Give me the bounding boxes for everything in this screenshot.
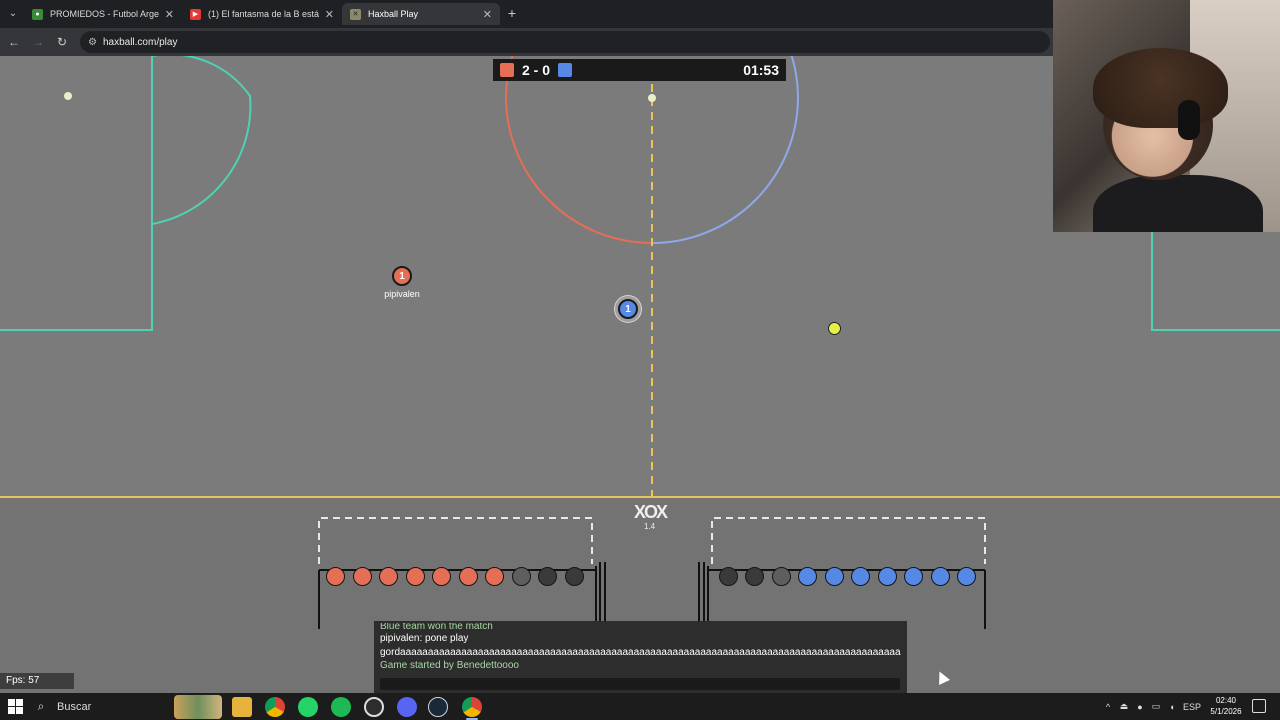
empty-slot bbox=[745, 567, 764, 586]
ball bbox=[828, 322, 841, 335]
empty-slot bbox=[565, 567, 584, 586]
blue-slot bbox=[878, 567, 897, 586]
chrome-active-icon[interactable] bbox=[462, 697, 482, 720]
match-timer: 01:53 bbox=[743, 62, 779, 78]
search-highlight-image bbox=[174, 695, 222, 719]
taskbar: ⌕ Buscar ^ ⏏ ● ▭ ◖ ESP 02:40 5/1/2026 bbox=[0, 693, 1280, 720]
chat-message: Game started by Benedettoooo bbox=[380, 660, 519, 671]
notification-icon[interactable] bbox=[1252, 699, 1266, 713]
url-text: haxball.com/play bbox=[102, 36, 178, 48]
close-icon[interactable]: ✕ bbox=[325, 8, 334, 21]
blue-slot bbox=[931, 567, 950, 586]
site-info-icon[interactable]: ⚙ bbox=[88, 37, 97, 48]
red-slot bbox=[459, 567, 478, 586]
usb-icon[interactable]: ⏏ bbox=[1116, 701, 1132, 712]
taskbar-search[interactable]: ⌕ Buscar bbox=[31, 693, 222, 720]
red-slot bbox=[379, 567, 398, 586]
reload-icon[interactable]: ↻ bbox=[54, 34, 70, 50]
tab-youtube[interactable]: ▶ (1) El fantasma de la B está lleg ✕ bbox=[182, 3, 342, 25]
chevron-up-icon[interactable]: ^ bbox=[1100, 702, 1116, 712]
score-text: 2 - 0 bbox=[522, 62, 551, 78]
webcam-overlay bbox=[1053, 0, 1280, 232]
empty-slot bbox=[512, 567, 531, 586]
forward-icon[interactable]: → bbox=[30, 34, 46, 50]
search-label: Buscar bbox=[57, 700, 92, 713]
promiedos-icon: ● bbox=[32, 8, 43, 20]
blue-player: 1 bbox=[618, 299, 638, 319]
blue-slot bbox=[957, 567, 976, 586]
left-arc-line bbox=[151, 56, 252, 225]
streamer-body bbox=[1093, 175, 1263, 232]
chrome-icon[interactable] bbox=[265, 697, 285, 717]
close-icon[interactable]: ✕ bbox=[483, 8, 492, 21]
player-number: 1 bbox=[625, 303, 631, 315]
chat-panel: Blue team won the match pipivalen: pone … bbox=[374, 621, 907, 693]
empty-slot bbox=[719, 567, 738, 586]
center-circle-red bbox=[504, 56, 653, 244]
red-team-icon bbox=[500, 63, 514, 77]
red-player: 1 bbox=[392, 266, 412, 286]
tab-search-button[interactable]: ⌄ bbox=[4, 6, 22, 22]
red-slot bbox=[432, 567, 451, 586]
blue-team-icon bbox=[558, 63, 573, 77]
player-name: pipivalen bbox=[384, 289, 420, 299]
chat-message: pipivalen: pone play bbox=[380, 633, 469, 644]
left-box-line bbox=[0, 56, 153, 331]
player-number: 1 bbox=[399, 270, 405, 282]
language-indicator[interactable]: ESP bbox=[1180, 702, 1204, 712]
tab-label: PROMIEDOS - Futbol Argentino bbox=[50, 9, 159, 19]
center-post bbox=[648, 94, 656, 102]
network-icon[interactable]: ▭ bbox=[1148, 701, 1164, 712]
new-tab-button[interactable]: + bbox=[504, 5, 520, 21]
tab-label: (1) El fantasma de la B está lleg bbox=[208, 9, 319, 19]
fps-counter: Fps: 57 bbox=[0, 673, 74, 689]
empty-slot bbox=[772, 567, 791, 586]
version-label: 1.4 bbox=[644, 522, 656, 531]
field-divider bbox=[0, 496, 1280, 498]
haxball-logo-icon: XOX bbox=[634, 502, 668, 522]
streamer-hair bbox=[1093, 48, 1228, 128]
chat-input[interactable] bbox=[380, 678, 900, 690]
clock[interactable]: 02:40 5/1/2026 bbox=[1204, 695, 1248, 717]
red-slot bbox=[406, 567, 425, 586]
scoreboard: 2 - 0 01:53 bbox=[493, 59, 786, 81]
headset-icon bbox=[1178, 100, 1200, 140]
blue-slot bbox=[798, 567, 817, 586]
file-explorer-icon[interactable] bbox=[232, 697, 252, 717]
steam-icon[interactable] bbox=[428, 697, 448, 717]
right-box-line bbox=[1151, 232, 1280, 331]
empty-slot bbox=[538, 567, 557, 586]
tab-haxball[interactable]: ✕ Haxball Play ✕ bbox=[342, 3, 500, 25]
tab-label: Haxball Play bbox=[368, 9, 419, 19]
search-icon: ⌕ bbox=[37, 699, 45, 713]
red-slot bbox=[326, 567, 345, 586]
chat-message: gordaaaaaaaaaaaaaaaaaaaaaaaaaaaaaaaaaaaa… bbox=[380, 646, 901, 658]
start-button[interactable] bbox=[8, 699, 23, 714]
center-circle-blue bbox=[651, 56, 800, 244]
back-icon[interactable]: ← bbox=[6, 34, 22, 50]
haxball-icon: ✕ bbox=[350, 8, 361, 20]
red-slot bbox=[485, 567, 504, 586]
clock-time: 02:40 bbox=[1215, 696, 1237, 705]
red-slot bbox=[353, 567, 372, 586]
address-bar[interactable]: ⚙ haxball.com/play bbox=[80, 31, 1050, 53]
blue-slot bbox=[851, 567, 870, 586]
youtube-icon: ▶ bbox=[190, 8, 201, 20]
close-icon[interactable]: ✕ bbox=[165, 8, 174, 21]
chat-message: Blue team won the match bbox=[380, 623, 493, 632]
microphone-icon[interactable]: ● bbox=[1132, 702, 1148, 712]
corner-post bbox=[64, 92, 72, 100]
blue-slot bbox=[825, 567, 844, 586]
blue-slot bbox=[904, 567, 923, 586]
mouse-cursor-icon bbox=[934, 669, 950, 685]
discord-icon[interactable] bbox=[397, 697, 417, 717]
obs-icon[interactable] bbox=[364, 697, 384, 717]
system-tray: ^ ⏏ ● ▭ ◖ ESP bbox=[1100, 693, 1204, 720]
clock-date: 5/1/2026 bbox=[1210, 707, 1242, 716]
tab-promiedos[interactable]: ● PROMIEDOS - Futbol Argentino ✕ bbox=[24, 3, 182, 25]
volume-icon[interactable]: ◖ bbox=[1164, 702, 1180, 712]
spotify-icon[interactable] bbox=[331, 697, 351, 717]
whatsapp-icon[interactable] bbox=[298, 697, 318, 717]
